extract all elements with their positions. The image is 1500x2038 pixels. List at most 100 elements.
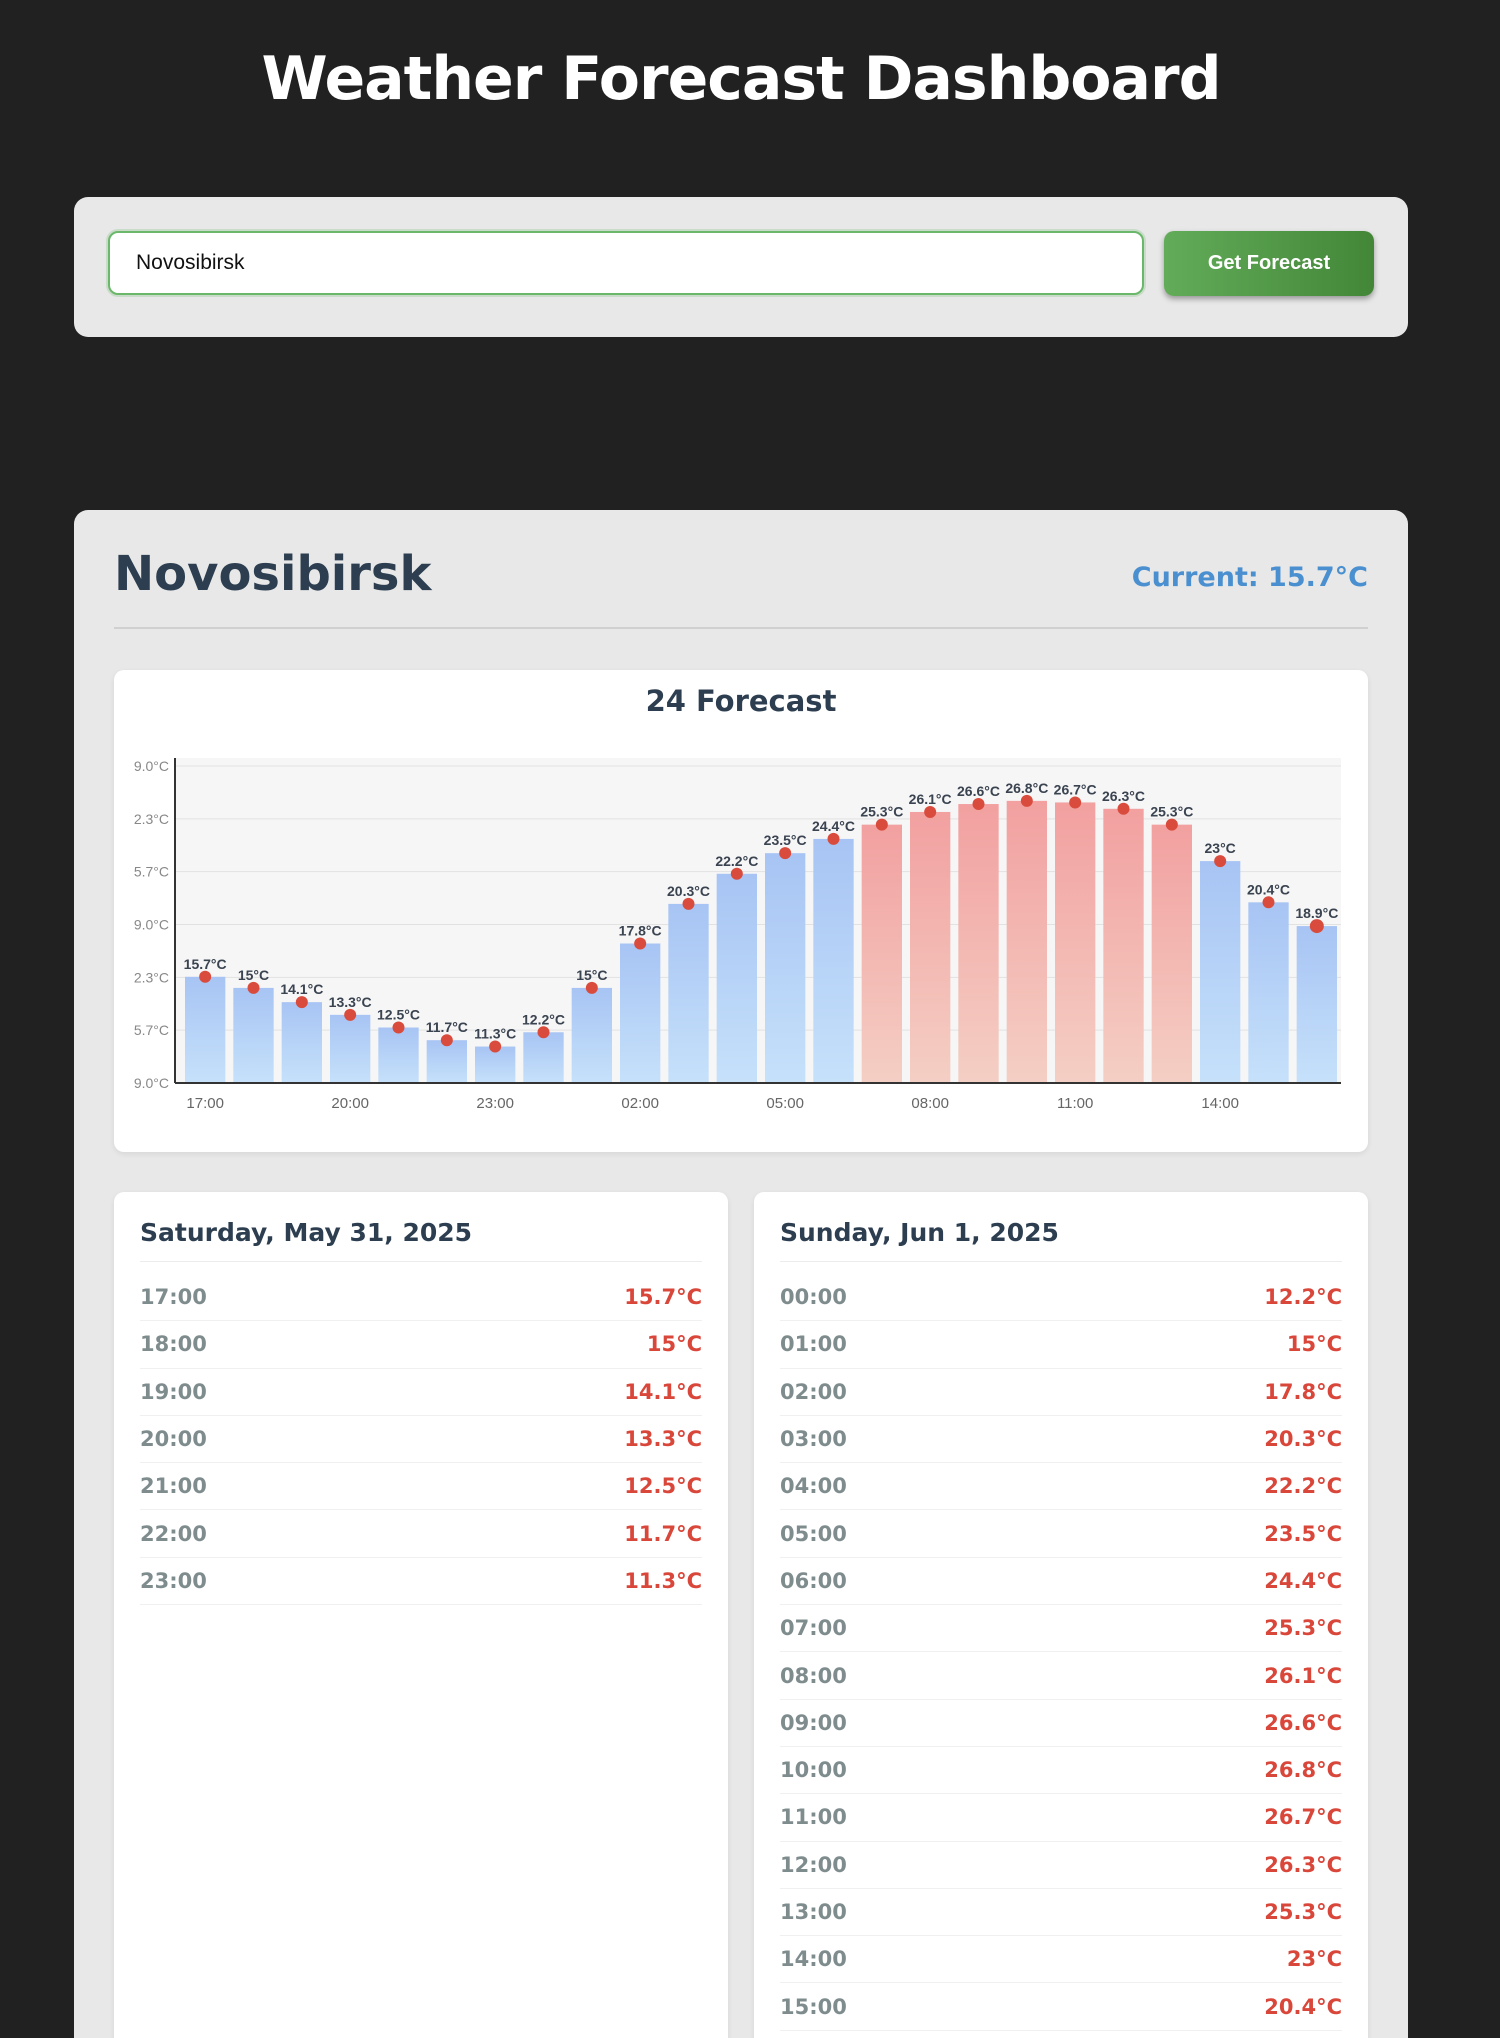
- hour-temp: 15°C: [646, 1332, 702, 1357]
- hour-temp: 26.6°C: [1264, 1710, 1342, 1735]
- hour-time: 18:00: [140, 1332, 207, 1357]
- hour-time: 08:00: [780, 1663, 847, 1688]
- data-point: [440, 1034, 453, 1047]
- hour-row: 03:00 20.3°C: [780, 1416, 1342, 1464]
- hour-time: 17:00: [140, 1285, 207, 1310]
- data-point: [537, 1026, 550, 1039]
- hour-time: 20:00: [140, 1427, 207, 1452]
- day-title: Sunday, Jun 1, 2025: [780, 1218, 1342, 1262]
- hour-row: 01:00 15°C: [780, 1321, 1342, 1369]
- hour-temp: 26.3°C: [1264, 1852, 1342, 1877]
- temperature-bar: [1103, 808, 1144, 1083]
- hour-temp: 13.3°C: [624, 1427, 702, 1452]
- temperature-bar: [1006, 800, 1047, 1083]
- data-point: [827, 832, 840, 845]
- data-point: [1262, 896, 1275, 909]
- x-tick-label: 14:00: [1201, 1095, 1239, 1112]
- hour-row: 11:00 26.7°C: [780, 1794, 1342, 1842]
- day-card-saturday: Saturday, May 31, 2025 17:00 15.7°C 18:00…: [114, 1192, 728, 2038]
- hour-row: 06:00 24.4°C: [780, 1558, 1342, 1606]
- hour-row: 18:00 15°C: [140, 1321, 702, 1369]
- y-tick-label: 9.0°C: [134, 917, 169, 933]
- data-point: [295, 996, 308, 1009]
- hour-row: 13:00 25.3°C: [780, 1889, 1342, 1937]
- temperature-bar: [378, 1027, 419, 1083]
- y-tick-label: 9.0°C: [134, 1075, 169, 1091]
- value-label: 20.3°C: [667, 883, 710, 899]
- y-tick-label: 5.7°C: [134, 1022, 169, 1038]
- hour-time: 03:00: [780, 1427, 847, 1452]
- hour-time: 13:00: [780, 1900, 847, 1924]
- value-label: 26.1°C: [909, 791, 952, 807]
- header-divider: [114, 627, 1368, 629]
- hour-row: 20:00 13.3°C: [140, 1416, 702, 1464]
- hour-time: 09:00: [780, 1710, 847, 1735]
- temperature-bar: [523, 1032, 564, 1083]
- hour-temp: 25.3°C: [1264, 1616, 1342, 1641]
- hour-time: 14:00: [780, 1947, 847, 1972]
- hour-row: 09:00 26.6°C: [780, 1700, 1342, 1747]
- hour-row: 02:00 17.8°C: [780, 1369, 1342, 1416]
- temperature-bar: [1200, 861, 1241, 1083]
- value-label: 22.2°C: [715, 853, 758, 869]
- hour-row: 12:00 26.3°C: [780, 1842, 1342, 1889]
- hour-row: 22:00 11.7°C: [140, 1510, 702, 1558]
- temperature-bar: [716, 873, 757, 1083]
- hour-temp: 12.5°C: [624, 1474, 702, 1499]
- value-label: 15°C: [576, 967, 607, 983]
- value-label: 11.3°C: [474, 1026, 516, 1042]
- hour-time: 07:00: [780, 1616, 847, 1641]
- data-point: [1214, 855, 1227, 868]
- data-point: [1020, 794, 1033, 807]
- hour-time: 15:00: [780, 1994, 847, 2019]
- temperature-bar: [571, 987, 612, 1083]
- hour-temp: 15.7°C: [624, 1285, 702, 1310]
- temperature-bar: [1055, 802, 1096, 1083]
- value-label: 26.6°C: [957, 783, 1000, 799]
- temperature-bar: [185, 976, 226, 1083]
- hour-time: 12:00: [780, 1852, 847, 1877]
- value-label: 26.3°C: [1102, 788, 1145, 804]
- hour-row: 15:00 20.4°C: [780, 1983, 1342, 2031]
- hour-time: 11:00: [780, 1805, 847, 1830]
- hour-time: 10:00: [780, 1758, 847, 1783]
- temperature-bar: [861, 824, 902, 1083]
- value-label: 20.4°C: [1247, 881, 1290, 897]
- hour-temp: 15°C: [1286, 1332, 1342, 1357]
- hour-row: 17:00 15.7°C: [140, 1274, 702, 1322]
- hour-temp: 26.8°C: [1264, 1758, 1342, 1783]
- x-tick-label: 20:00: [331, 1095, 369, 1112]
- hour-temp: 22.2°C: [1264, 1474, 1342, 1499]
- hour-temp: 17.8°C: [1264, 1379, 1342, 1404]
- forecast-chart-card: 24 Forecast 9.0°C 5.7°C 2.3°C 9.0°C 5.7°C 2.3…: [114, 670, 1368, 1152]
- value-label: 14.1°C: [280, 981, 323, 997]
- hour-row: 19:00 14.1°C: [140, 1369, 702, 1416]
- hour-time: 00:00: [780, 1285, 847, 1310]
- hour-time: 02:00: [780, 1379, 847, 1404]
- y-tick-label: 2.3°C: [134, 969, 169, 985]
- value-label: 17.8°C: [619, 923, 662, 939]
- hour-row: 00:00 12.2°C: [780, 1274, 1342, 1322]
- value-label: 12.2°C: [522, 1011, 565, 1027]
- value-label: 25.3°C: [1150, 804, 1193, 820]
- get-forecast-button[interactable]: Get Forecast: [1164, 231, 1374, 296]
- city-search-input[interactable]: [108, 231, 1144, 295]
- temperature-bar: [330, 1014, 371, 1083]
- hour-time: 23:00: [140, 1568, 207, 1593]
- hour-row: 21:00 12.5°C: [140, 1463, 702, 1511]
- value-label: 15°C: [238, 967, 269, 983]
- data-point: [1069, 796, 1082, 809]
- forecast-bar-chart: 9.0°C 5.7°C 2.3°C 9.0°C 5.7°C 2.3°C 9.0°C 15.7°…: [134, 758, 1341, 1112]
- value-label: 24.4°C: [812, 818, 855, 834]
- data-point: [779, 847, 792, 860]
- temperature-bar: [426, 1040, 467, 1083]
- value-label: 25.3°C: [860, 804, 903, 820]
- x-tick-label: 17:00: [186, 1095, 224, 1112]
- hour-temp: 11.7°C: [624, 1521, 702, 1546]
- x-tick-label: 23:00: [476, 1095, 514, 1112]
- data-point: [344, 1008, 357, 1021]
- search-panel: Get Forecast: [74, 197, 1408, 337]
- city-name: Novosibirsk: [114, 546, 432, 602]
- temperature-bar: [281, 1002, 322, 1083]
- data-point: [730, 867, 743, 880]
